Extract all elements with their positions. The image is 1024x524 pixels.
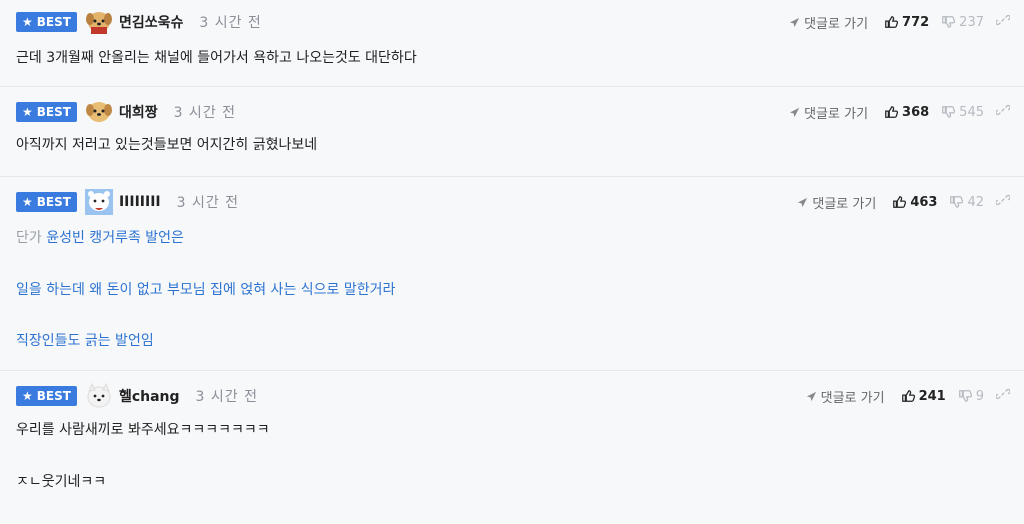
comment-header: ★ BEST 면김쏘욱슈 3 시간 전	[16, 10, 262, 34]
like-button[interactable]: 368	[884, 105, 929, 120]
comment-header: ★ BEST 대희짱 3 시간 전	[16, 100, 236, 124]
comment-body: 단가 윤성빈 캥거루족 발언은 일을 하는데 왜 돈이 없고 부모님 집에 얹혀…	[16, 229, 395, 384]
like-button[interactable]: 772	[884, 15, 929, 30]
nickname[interactable]: 대희짱	[119, 102, 158, 122]
like-count: 463	[910, 194, 938, 210]
go-to-reply-link[interactable]: 댓글로 가기	[789, 13, 868, 32]
comment-actions: 댓글로 가기 368 545	[789, 100, 1011, 124]
arrow-icon	[798, 197, 808, 207]
best-badge-label: BEST	[36, 389, 71, 403]
link-icon	[995, 194, 1011, 206]
like-count: 772	[902, 14, 930, 30]
best-badge-label: BEST	[36, 195, 71, 209]
avatar[interactable]	[85, 382, 113, 409]
go-to-reply-link[interactable]: 댓글로 가기	[797, 193, 876, 212]
arrow-icon	[790, 17, 800, 27]
arrow-icon	[806, 391, 816, 401]
go-to-reply-link[interactable]: 댓글로 가기	[806, 387, 885, 406]
best-badge: ★ BEST	[16, 386, 77, 406]
best-badge-label: BEST	[36, 105, 71, 119]
reply-label: 댓글로 가기	[812, 196, 877, 212]
dislike-button[interactable]: 237	[941, 15, 984, 30]
comment-item: ★ BEST 면김쏘욱슈 3 시간 전 댓글로 가기 772 237 근데 3개…	[0, 0, 1024, 87]
comment-body: 아직까지 저러고 있는것들보면 어지간히 긁혔나보네	[16, 136, 317, 156]
dislike-count: 545	[959, 104, 984, 120]
comment-header: ★ BEST IIIIIIII 3 시간 전	[16, 189, 240, 215]
star-icon: ★	[22, 105, 33, 119]
comment-line: 단가 윤성빈 캥거루족 발언은	[16, 229, 395, 249]
comment-body: 근데 3개월째 안올리는 채널에 들어가서 욕하고 나오는것도 대단하다	[16, 49, 417, 69]
comment-actions: 댓글로 가기 241 9	[806, 384, 1011, 408]
avatar[interactable]	[85, 99, 113, 125]
link-icon	[995, 14, 1011, 26]
thumbs-up-icon	[893, 196, 907, 208]
comment-item: ★ BEST 대희짱 3 시간 전 댓글로 가기 368 545 아직까지 저러…	[0, 87, 1024, 177]
timestamp: 3 시간 전	[199, 15, 262, 31]
share-link-button[interactable]	[995, 103, 1011, 121]
star-icon: ★	[22, 389, 33, 403]
best-badge: ★ BEST	[16, 192, 77, 212]
share-link-button[interactable]	[995, 13, 1011, 31]
dislike-button[interactable]: 42	[949, 195, 984, 210]
comment-line: 아직까지 저러고 있는것들보면 어지간히 긁혔나보네	[16, 137, 318, 153]
comment-line: ㅈㄴ웃기네ㅋㅋ	[16, 473, 107, 490]
nickname[interactable]: IIIIIIII	[119, 194, 161, 210]
link-icon	[995, 104, 1011, 116]
like-count: 241	[918, 388, 946, 404]
comment-line: 우리를 사람새끼로 봐주세요ㅋㅋㅋㅋㅋㅋㅋ	[16, 422, 270, 438]
dislike-button[interactable]: 545	[941, 105, 984, 120]
best-badge-label: BEST	[36, 15, 71, 29]
link-icon	[995, 388, 1011, 400]
best-badge: ★ BEST	[16, 102, 77, 122]
thumbs-up-icon	[885, 16, 899, 28]
avatar[interactable]	[85, 9, 113, 35]
highlighted-text: 윤성빈 캥거루족 발언은	[46, 230, 184, 246]
quote-prefix: 단가	[16, 230, 42, 246]
comment-line: 일을 하는데 왜 돈이 없고 부모님 집에 얹혀 사는 식으로 말한거라	[16, 281, 396, 298]
reply-label: 댓글로 가기	[804, 106, 869, 122]
dislike-count: 9	[975, 388, 984, 404]
like-button[interactable]: 241	[901, 389, 946, 404]
thumbs-down-icon	[942, 106, 956, 118]
dislike-button[interactable]: 9	[958, 389, 984, 404]
like-button[interactable]: 463	[892, 195, 937, 210]
reply-label: 댓글로 가기	[804, 16, 869, 32]
comment-line: 직장인들도 긁는 발언임	[16, 333, 154, 350]
comment-header: ★ BEST 헬chang 3 시간 전	[16, 382, 258, 409]
thumbs-up-icon	[885, 106, 899, 118]
comment-line: 근데 3개월째 안올리는 채널에 들어가서 욕하고 나오는것도 대단하다	[16, 50, 417, 66]
star-icon: ★	[22, 15, 33, 29]
avatar[interactable]	[84, 189, 113, 215]
nickname[interactable]: 헬chang	[119, 386, 180, 406]
thumbs-down-icon	[958, 390, 972, 402]
like-count: 368	[902, 104, 930, 120]
arrow-icon	[790, 107, 800, 117]
comment-actions: 댓글로 가기 463 42	[797, 190, 1011, 214]
reply-label: 댓글로 가기	[820, 390, 885, 406]
thumbs-down-icon	[942, 16, 956, 28]
comment-item: ★ BEST IIIIIIII 3 시간 전 댓글로 가기 463 42 단가 …	[0, 177, 1024, 371]
comment-item: ★ BEST 헬chang 3 시간 전 댓글로 가기 241 9 우리를 사람…	[0, 371, 1024, 509]
thumbs-up-icon	[901, 390, 915, 402]
thumbs-down-icon	[950, 196, 964, 208]
star-icon: ★	[22, 195, 33, 209]
best-badge: ★ BEST	[16, 12, 77, 32]
timestamp: 3 시간 전	[195, 389, 258, 405]
comment-list: ★ BEST 면김쏘욱슈 3 시간 전 댓글로 가기 772 237 근데 3개…	[0, 0, 1024, 509]
share-link-button[interactable]	[995, 193, 1011, 211]
dislike-count: 237	[959, 14, 984, 30]
nickname[interactable]: 면김쏘욱슈	[119, 12, 183, 32]
comment-actions: 댓글로 가기 772 237	[789, 10, 1011, 34]
timestamp: 3 시간 전	[173, 105, 237, 121]
share-link-button[interactable]	[995, 387, 1011, 405]
go-to-reply-link[interactable]: 댓글로 가기	[789, 103, 868, 122]
dislike-count: 42	[967, 194, 984, 210]
timestamp: 3 시간 전	[176, 195, 240, 211]
